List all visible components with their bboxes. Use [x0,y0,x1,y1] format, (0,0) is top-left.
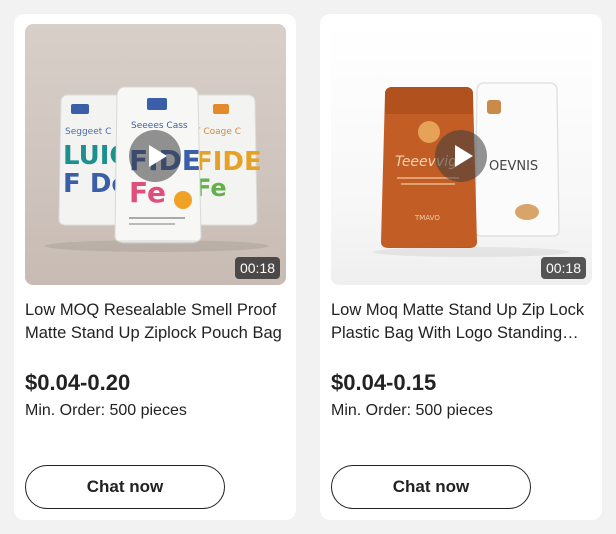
product-title[interactable]: Low Moq Matte Stand Up Zip Lock Plastic … [331,299,593,345]
min-order: Min. Order: 500 pieces [25,402,187,419]
min-order: Min. Order: 500 pieces [331,402,493,419]
product-card[interactable]: OEVNIS Teeevvig TMAVO 00:18 Low Moq Matt… [320,14,602,520]
svg-text:TMAVO: TMAVO [414,214,440,222]
video-duration: 00:18 [234,257,280,279]
video-duration: 00:18 [540,257,586,279]
product-price: $0.04-0.15 [331,370,437,395]
svg-text:OEVNIS: OEVNIS [489,159,538,174]
product-video-thumbnail[interactable]: Seggeet C LUICH F De T Coage C FIDE Fe S… [25,24,286,285]
product-price: $0.04-0.20 [25,370,131,395]
product-title[interactable]: Low MOQ Resealable Smell Proof Matte Sta… [25,299,287,345]
play-button-icon[interactable] [435,130,487,182]
play-button-icon[interactable] [129,130,181,182]
svg-text:FIDE: FIDE [195,147,262,177]
product-grid: Seggeet C LUICH F De T Coage C FIDE Fe S… [0,0,616,534]
product-video-thumbnail[interactable]: OEVNIS Teeevvig TMAVO 00:18 [331,24,592,285]
chat-now-button[interactable]: Chat now [331,465,531,509]
chat-now-button[interactable]: Chat now [25,465,225,509]
product-card[interactable]: Seggeet C LUICH F De T Coage C FIDE Fe S… [14,14,296,520]
svg-text:Seggeet C: Seggeet C [65,127,111,137]
svg-text:T Coage C: T Coage C [194,127,241,137]
